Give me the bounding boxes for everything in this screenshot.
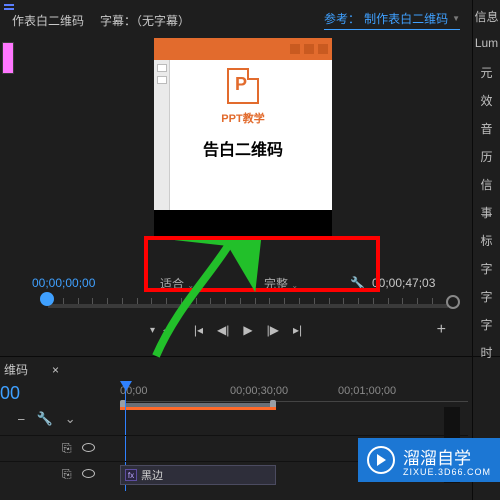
playhead-handle[interactable] [40,292,54,306]
scrub-bar[interactable] [40,292,456,320]
watermark-text: 溜溜自学 [403,449,471,468]
play-icon[interactable]: ▶ [243,323,252,337]
caption-label: 字幕：（无字幕） [100,12,190,29]
panel-tab[interactable]: 标 [480,232,492,250]
program-tab-label[interactable]: 作表白二维码 [12,12,84,29]
panel-tab[interactable]: 音 [480,120,492,138]
marker-thumb[interactable] [2,42,14,74]
program-monitor: PPT教学 告白二维码 00;00;00;00 适合 ⌄ 完整 ⌄ 🔧 00;0… [32,36,456,296]
panel-tab[interactable]: 效 [480,92,492,110]
video-preview[interactable]: PPT教学 告白二维码 [154,38,332,238]
panel-tab[interactable]: 信 [480,176,492,194]
eye-icon[interactable] [82,469,95,478]
fx-badge-icon[interactable]: fx [125,469,137,481]
timeline-settings-icon[interactable]: 🔧 [37,411,53,427]
go-to-out-icon[interactable]: ▸| [293,323,302,337]
snap-icon[interactable]: ⎯ [18,411,25,427]
marker-strip [0,42,16,74]
sequence-name[interactable]: 维码 [4,361,28,378]
go-to-in-icon[interactable]: |◂ [194,323,203,337]
right-panel-tabs: 信息 Lum 元 效 音 历 信 事 标 字 字 字 时 [472,0,500,500]
panel-tab[interactable]: 事 [480,204,492,222]
transport-controls: ▾ ◂▸ |◂ ◀| ▶ |▶ ▸| + [40,318,456,342]
watermark-url: ZIXUE.3D66.COM [403,467,491,477]
clip-name: 黑边 [141,467,163,483]
mark-in-icon[interactable]: ◂▸ [163,325,173,336]
step-forward-icon[interactable]: |▶ [267,323,279,337]
panel-tab[interactable]: 时 [480,344,492,362]
chevron-down-icon[interactable]: ⌄ [65,411,76,427]
ppt-title: 告白二维码 [203,136,283,160]
current-timecode[interactable]: 00;00;00;00 [32,276,95,290]
track-output-icon[interactable]: ⎘ [62,467,72,482]
settings-wrench-icon[interactable]: 🔧 [350,276,365,290]
timeline-clip[interactable]: fx 黑边 [120,465,276,485]
powerpoint-icon [227,68,259,104]
timeline-timecode[interactable]: 00 [0,383,20,404]
duration-timecode: 00;00;47;03 [372,276,435,290]
panel-tab[interactable]: 信息 [474,8,498,26]
reference-dropdown[interactable]: 参考： 制作表白二维码 ▼ [324,10,460,30]
play-circle-icon [367,446,395,474]
panel-tab[interactable]: 字 [480,288,492,306]
panel-tab[interactable]: 字 [480,260,492,278]
add-marker-icon[interactable]: ▾ [150,325,155,336]
panel-tab[interactable]: 历 [480,148,492,166]
panel-tab[interactable]: 元 [480,64,492,82]
sequence-close-icon[interactable]: × [52,363,59,377]
ppt-subtitle: PPT教学 [221,110,264,126]
letterbox-bar [154,210,332,238]
button-editor-icon[interactable]: + [437,321,446,339]
panel-tab[interactable]: Lum [475,36,498,54]
ppt-slide: PPT教学 告白二维码 [154,60,332,210]
track-output-icon[interactable]: ⎘ [62,441,72,456]
watermark-badge: 溜溜自学 ZIXUE.3D66.COM [358,438,500,482]
zoom-fit-dropdown[interactable]: 适合 ⌄ [160,275,194,292]
ppt-titlebar [154,38,332,60]
program-monitor-header: 作表白二维码 字幕：（无字幕） 参考： 制作表白二维码 ▼ [0,8,500,32]
step-back-icon[interactable]: ◀| [217,323,229,337]
resolution-dropdown[interactable]: 完整 ⌄ [264,275,298,292]
eye-icon[interactable] [82,443,95,452]
chevron-down-icon: ▼ [452,14,460,23]
work-area-bar[interactable] [120,403,276,407]
panel-tab[interactable]: 字 [480,316,492,334]
out-point-handle[interactable] [446,295,460,309]
